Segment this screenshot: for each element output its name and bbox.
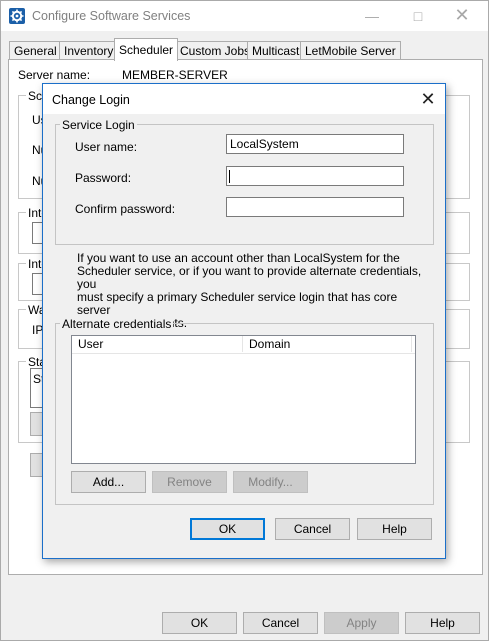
dialog-help-button[interactable]: Help [357,518,432,540]
user-name-label: User name: [75,140,138,154]
footer-help-button[interactable]: Help [405,612,480,634]
server-name-value: MEMBER-SERVER [122,68,228,82]
footer-cancel-button[interactable]: Cancel [243,612,318,634]
main-titlebar[interactable]: Configure Software Services — □ ✕ [1,1,488,31]
tab-custom-jobs[interactable]: Custom Jobs [175,41,256,60]
tab-letmobile-server[interactable]: LetMobile Server [300,41,401,60]
close-icon[interactable]: ✕ [415,86,441,112]
dialog-cancel-button[interactable]: Cancel [275,518,350,540]
dialog-ok-button[interactable]: OK [190,518,265,540]
text-cursor [229,170,230,183]
column-header-domain[interactable]: Domain [243,336,412,352]
modify-button[interactable]: Modify... [233,471,308,493]
column-header-user[interactable]: User [72,336,243,352]
tab-general[interactable]: General [9,41,62,60]
footer-apply-button[interactable]: Apply [324,612,399,634]
tab-multicast[interactable]: Multicast [247,41,305,60]
window-title: Configure Software Services [32,9,191,23]
info-line: must specify a primary Scheduler service… [77,290,398,317]
server-name-label: Server name: [18,68,91,82]
close-icon[interactable]: ✕ [439,1,485,30]
user-name-input[interactable]: LocalSystem [226,134,404,154]
dialog-title: Change Login [52,93,130,107]
credentials-list[interactable]: User Domain [71,335,416,464]
minimize-icon[interactable]: — [349,1,395,30]
password-input[interactable] [226,166,404,186]
confirm-password-label: Confirm password: [75,202,176,216]
alternate-credentials-label: Alternate credentials [60,317,174,331]
tab-scheduler[interactable]: Scheduler [114,38,179,61]
remove-button[interactable]: Remove [152,471,227,493]
dialog-titlebar[interactable]: Change Login ✕ [43,84,445,114]
footer-ok-button[interactable]: OK [162,612,237,634]
password-label: Password: [75,171,132,185]
list-header: User Domain [72,336,415,354]
info-line: Scheduler service, or if you want to pro… [77,264,422,291]
gear-icon [9,8,25,24]
add-button[interactable]: Add... [71,471,146,493]
service-login-label: Service Login [60,118,137,132]
tab-inventory[interactable]: Inventory [59,41,119,60]
confirm-password-input[interactable] [226,197,404,217]
maximize-icon[interactable]: □ [395,1,441,30]
change-login-dialog: Change Login ✕ Service Login User name: … [42,83,446,559]
